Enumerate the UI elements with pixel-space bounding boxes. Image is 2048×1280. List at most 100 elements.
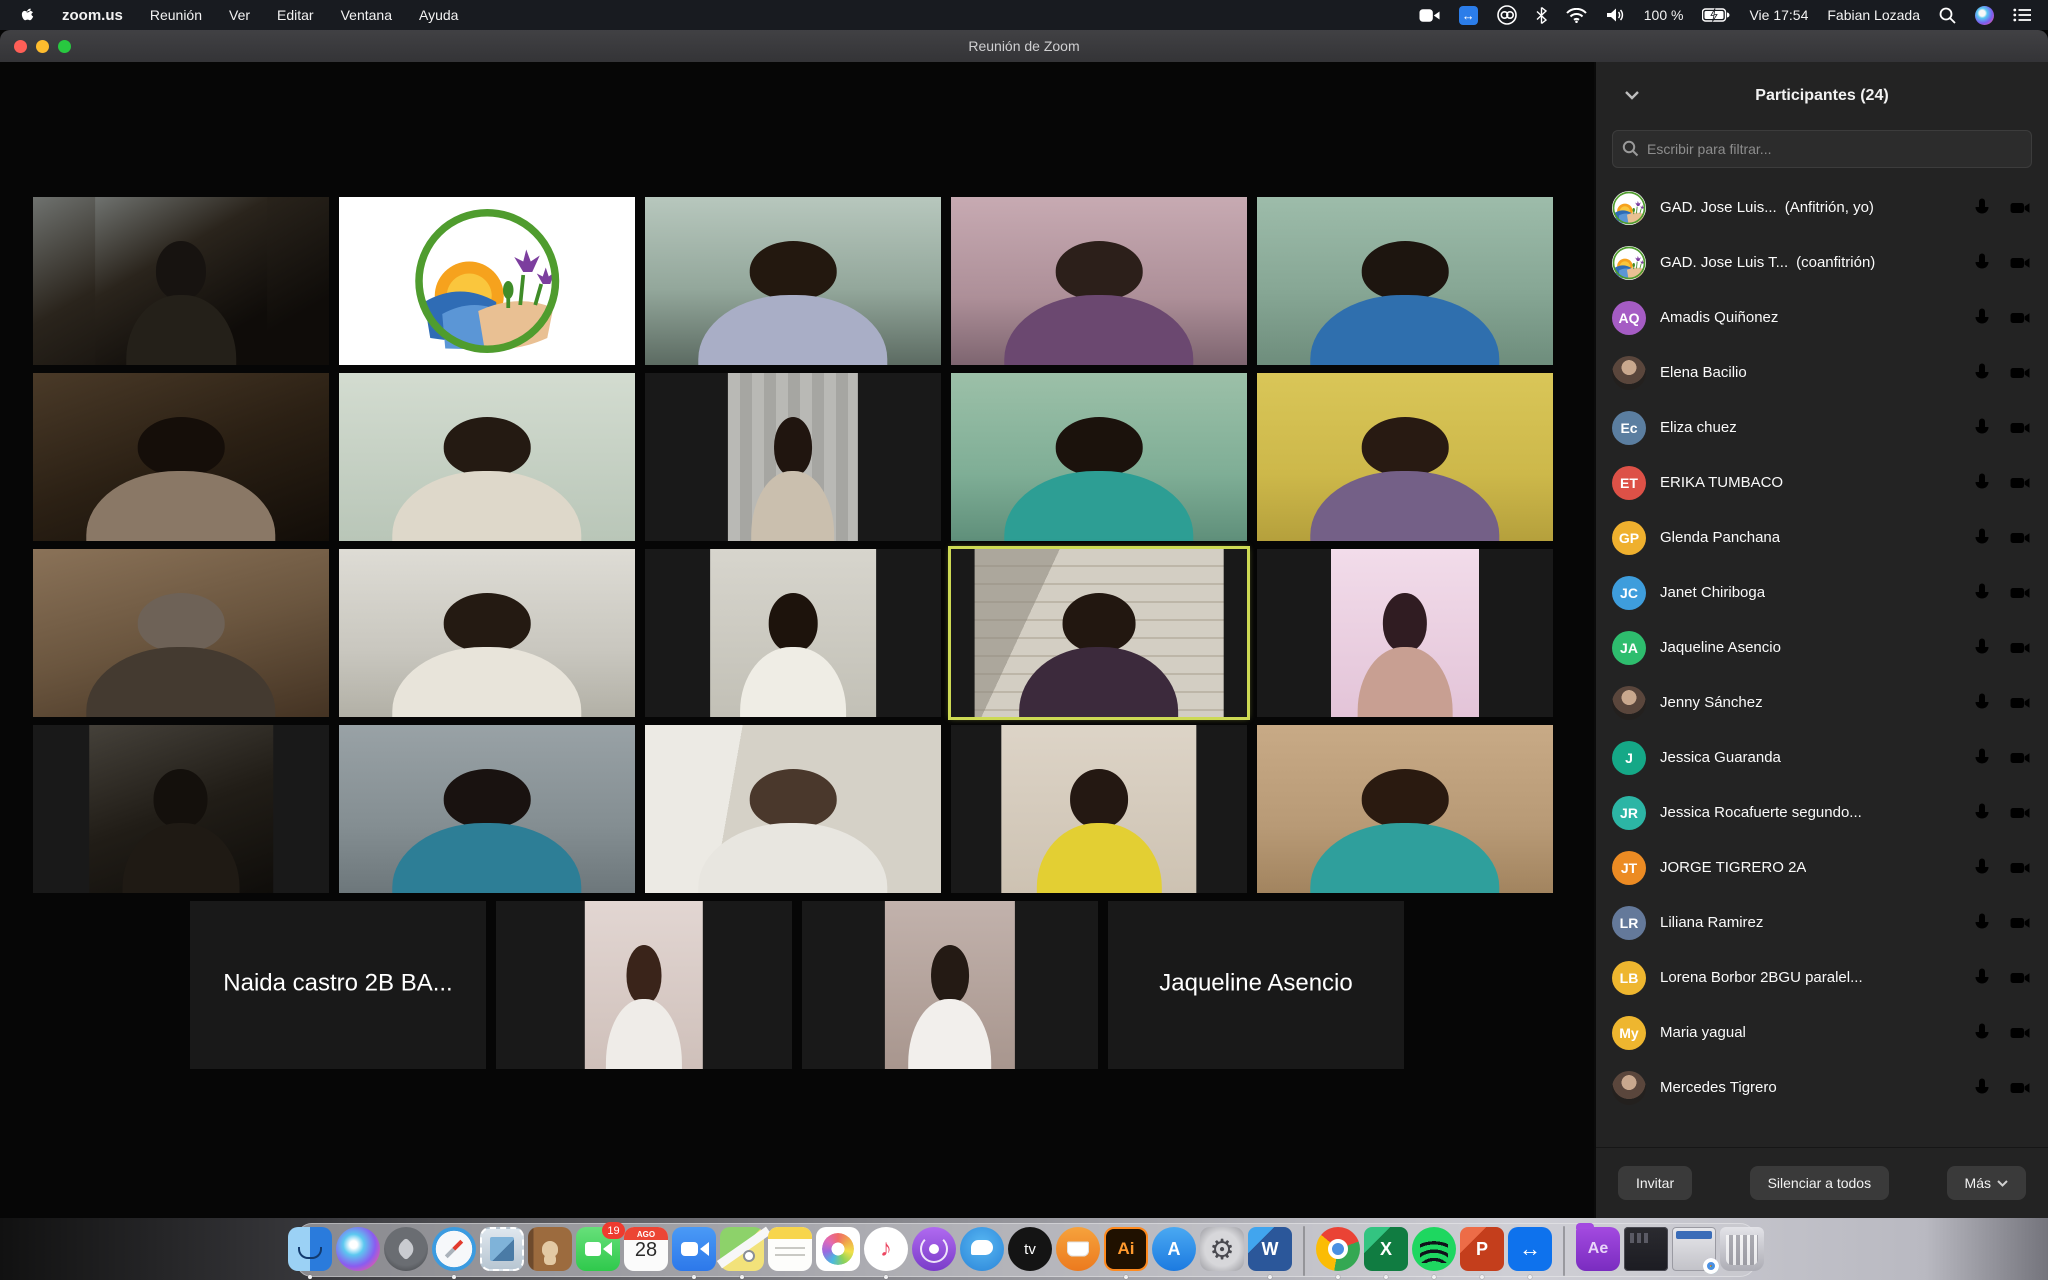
menubar-app-name[interactable]: zoom.us [62,7,123,24]
zoom-window-button[interactable] [58,40,71,53]
dock-photos-icon[interactable] [816,1227,860,1271]
dock-excel-icon[interactable]: X [1364,1227,1408,1271]
participant-row[interactable]: JC Janet Chiriboga [1596,565,2048,620]
menu-ventana[interactable]: Ventana [341,7,392,23]
dock-contacts-icon[interactable] [528,1227,572,1271]
menu-editar[interactable]: Editar [277,7,314,23]
invite-button[interactable]: Invitar [1618,1166,1692,1200]
collapse-panel-chevron-icon[interactable] [1624,90,1640,100]
participant-row[interactable]: Ec Eliza chuez [1596,400,2048,455]
dock-chrome-icon[interactable] [1316,1227,1360,1271]
participant-row[interactable]: J Jessica Guaranda [1596,730,2048,785]
video-tile[interactable] [33,549,329,717]
dock-safari-icon[interactable] [432,1227,476,1271]
menu-reunion[interactable]: Reunión [150,7,202,23]
video-tile[interactable] [496,901,792,1069]
dock-illustrator-icon[interactable]: Ai [1104,1227,1148,1271]
zoom-camera-status-icon[interactable] [1419,8,1440,23]
participant-row[interactable]: LR Liliana Ramirez [1596,895,2048,950]
dock-word-icon[interactable]: W [1248,1227,1292,1271]
video-tile[interactable] [339,373,635,541]
video-tile[interactable] [645,549,941,717]
participant-row[interactable]: My Maria yagual [1596,1005,2048,1060]
participants-filter-input[interactable] [1612,130,2032,168]
dock-minimized-window-1[interactable] [1624,1227,1668,1271]
adobe-cc-status-icon[interactable] [1497,5,1517,25]
video-tile[interactable] [645,197,941,365]
spotlight-search-icon[interactable] [1939,7,1956,24]
participant-row[interactable]: JA Jaqueline Asencio [1596,620,2048,675]
dock-launchpad-icon[interactable] [384,1227,428,1271]
video-tile[interactable] [1257,197,1553,365]
battery-charging-icon[interactable] [1702,8,1730,22]
participant-row[interactable]: Elena Bacilio [1596,345,2048,400]
video-tile[interactable] [1257,549,1553,717]
video-tile[interactable] [1257,725,1553,893]
video-tile[interactable] [33,197,329,365]
dock-siri-icon[interactable] [336,1227,380,1271]
video-tile[interactable] [339,549,635,717]
minimize-window-button[interactable] [36,40,49,53]
video-tile[interactable] [951,549,1247,717]
menu-ayuda[interactable]: Ayuda [419,7,458,23]
teamviewer-status-icon[interactable]: ↔ [1459,6,1478,25]
battery-percentage[interactable]: 100 % [1644,7,1684,23]
volume-status-icon[interactable] [1606,7,1625,23]
dock-minimized-window-2[interactable] [1672,1227,1716,1271]
participant-row[interactable]: ET ERIKA TUMBACO [1596,455,2048,510]
video-tile[interactable] [1257,373,1553,541]
dock-music-icon[interactable]: ♪ [864,1227,908,1271]
siri-icon[interactable] [1975,6,1994,25]
dock-finder-icon[interactable] [288,1227,332,1271]
participant-row[interactable]: JT JORGE TIGRERO 2A [1596,840,2048,895]
dock-zoom-icon[interactable] [672,1227,716,1271]
video-tile[interactable]: Jaqueline Asencio [1108,901,1404,1069]
dock-podcasts-icon[interactable] [912,1227,956,1271]
control-list-icon[interactable] [2013,8,2032,22]
video-tile[interactable] [951,197,1247,365]
dock-spotify-icon[interactable] [1412,1227,1456,1271]
video-tile[interactable] [339,725,635,893]
video-tile[interactable] [951,373,1247,541]
dock-books-icon[interactable] [1056,1227,1100,1271]
video-tile[interactable] [951,725,1247,893]
participant-row[interactable]: GAD. Jose Luis T... (coanfitrión) [1596,235,2048,290]
dock-system-preferences-icon[interactable]: ⚙ [1200,1227,1244,1271]
participant-row[interactable]: Jenny Sánchez [1596,675,2048,730]
menubar-user-name[interactable]: Fabian Lozada [1827,7,1920,23]
apple-menu-icon[interactable] [20,7,35,24]
dock-teamviewer-icon[interactable]: ↔ [1508,1227,1552,1271]
participant-row[interactable]: LB Lorena Borbor 2BGU paralel... [1596,950,2048,1005]
dock-messages-icon[interactable] [960,1227,1004,1271]
menubar-clock[interactable]: Vie 17:54 [1749,7,1808,23]
dock-facetime-icon[interactable]: 19 [576,1227,620,1271]
video-tile[interactable] [645,725,941,893]
video-tile[interactable] [339,197,635,365]
video-tile[interactable] [645,373,941,541]
dock-maps-icon[interactable] [720,1227,764,1271]
participant-row[interactable]: GAD. Jose Luis... (Anfitrión, yo) [1596,180,2048,235]
menu-ver[interactable]: Ver [229,7,250,23]
close-window-button[interactable] [14,40,27,53]
bluetooth-status-icon[interactable] [1536,7,1547,24]
video-tile[interactable]: Naida castro 2B BA... [190,901,486,1069]
mute-all-button[interactable]: Silenciar a todos [1750,1166,1890,1200]
participant-row[interactable]: GP Glenda Panchana [1596,510,2048,565]
dock-separator[interactable] [1303,1226,1305,1276]
dock-separator[interactable] [1563,1226,1565,1276]
dock-trash-icon[interactable] [1720,1227,1764,1271]
dock-appletv-icon[interactable]: tv [1008,1227,1052,1271]
video-tile[interactable] [33,725,329,893]
dock-appstore-icon[interactable]: A [1152,1227,1196,1271]
dock-calendar-icon[interactable]: AGO 28 [624,1227,668,1271]
more-button[interactable]: Más [1947,1166,2026,1200]
participant-row[interactable]: Mercedes Tigrero [1596,1060,2048,1115]
wifi-status-icon[interactable] [1566,8,1587,23]
video-tile[interactable] [33,373,329,541]
dock-after-effects-folder-icon[interactable]: Ae [1576,1227,1620,1271]
video-tile[interactable] [802,901,1098,1069]
participant-row[interactable]: JR Jessica Rocafuerte segundo... [1596,785,2048,840]
dock-mail-icon[interactable] [480,1227,524,1271]
dock-notes-icon[interactable] [768,1227,812,1271]
dock-powerpoint-icon[interactable]: P [1460,1227,1504,1271]
